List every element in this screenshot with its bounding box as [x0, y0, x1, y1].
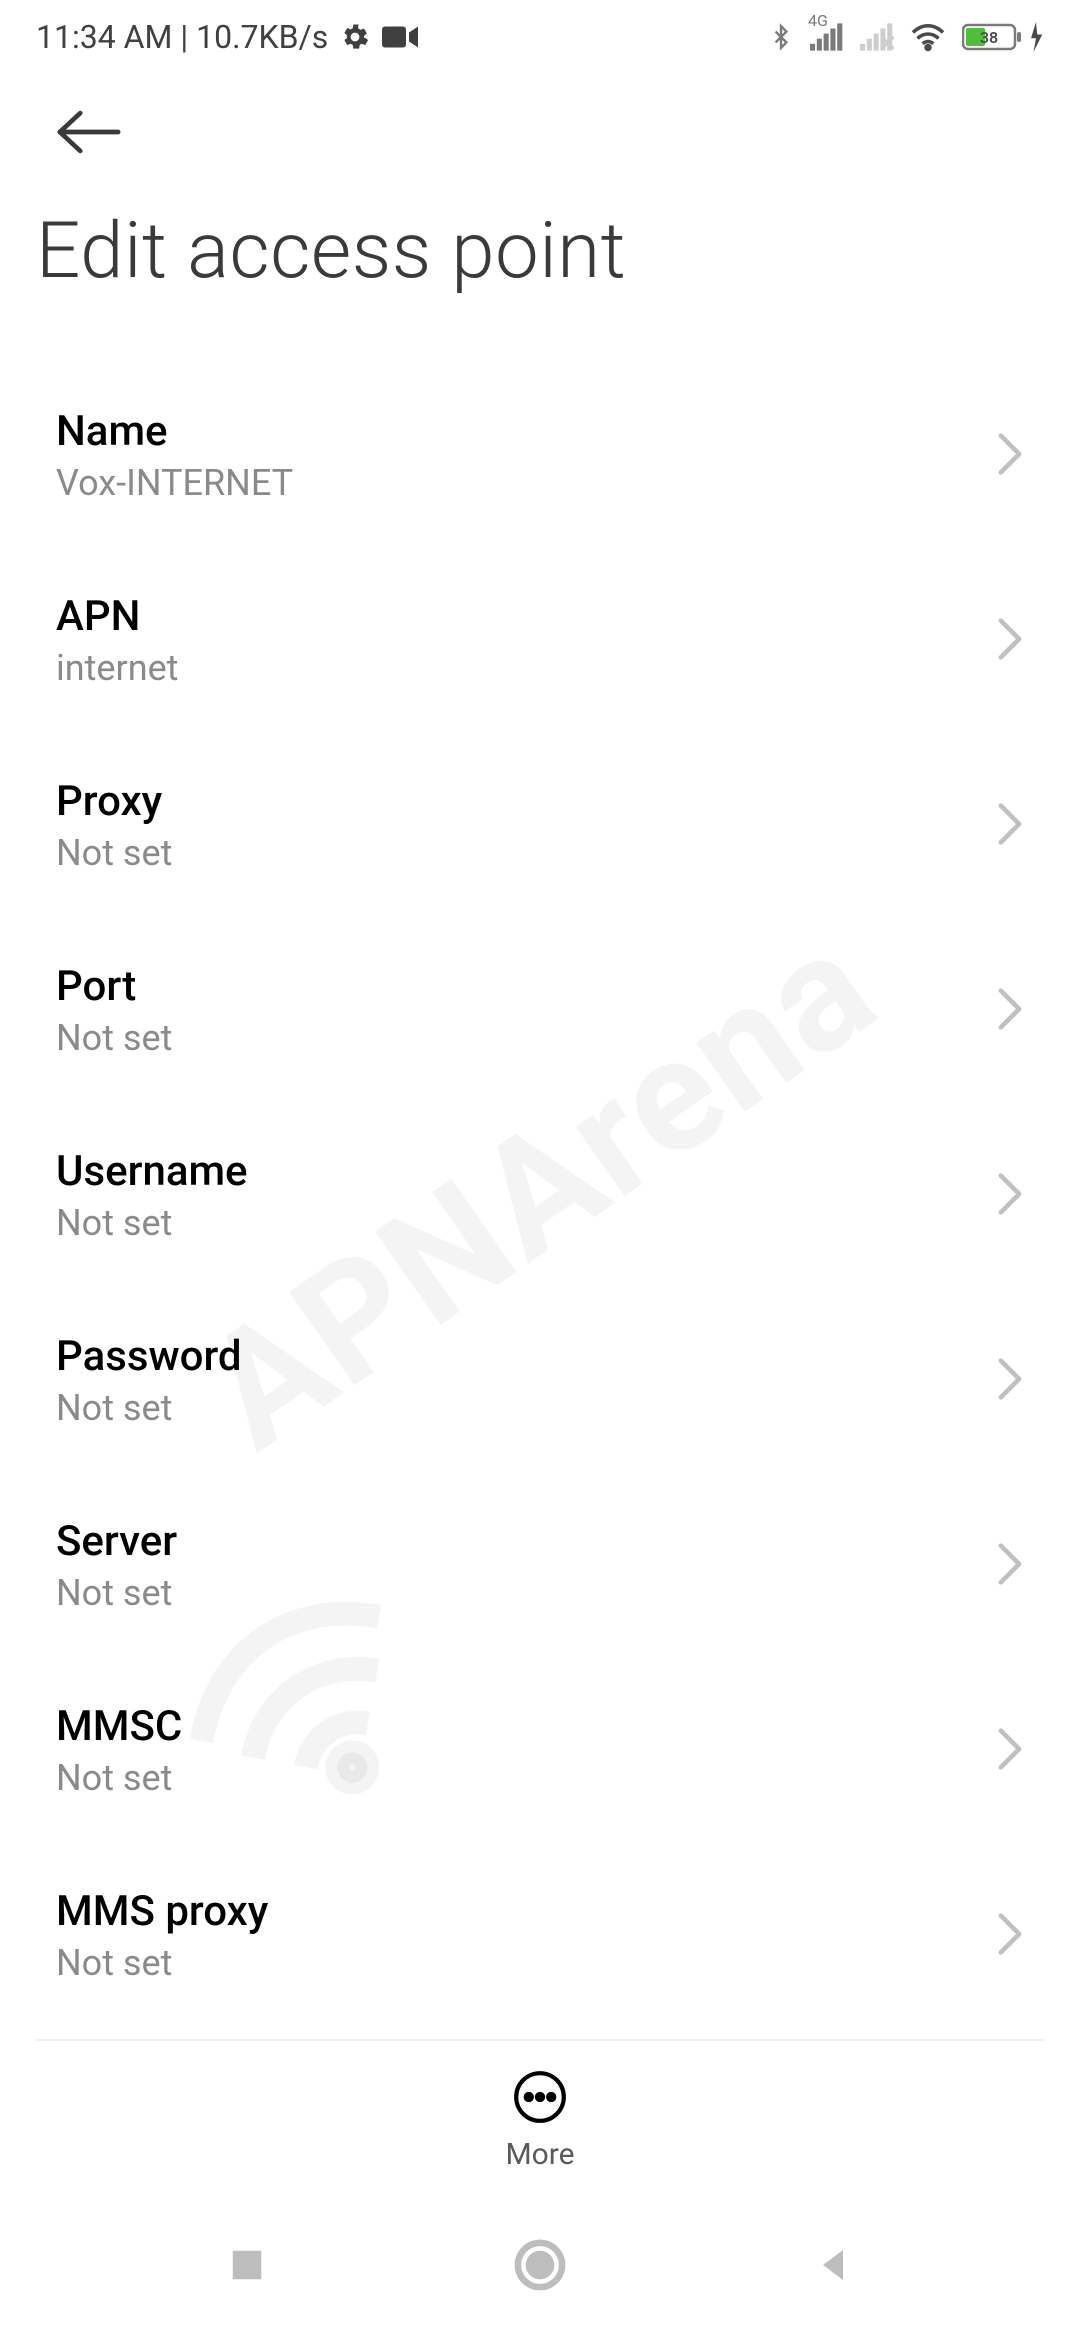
setting-port[interactable]: Port Not set [0, 918, 1080, 1103]
item-value: Not set [56, 1757, 182, 1799]
chevron-right-icon [996, 987, 1024, 1035]
back-arrow-icon[interactable] [54, 141, 124, 160]
bluetooth-icon [768, 19, 794, 55]
item-value: Not set [56, 832, 172, 874]
setting-server[interactable]: Server Not set [0, 1473, 1080, 1658]
setting-username[interactable]: Username Not set [0, 1103, 1080, 1288]
setting-mms-proxy[interactable]: MMS proxy Not set [0, 1843, 1080, 2028]
chevron-right-icon [996, 1542, 1024, 1590]
more-button[interactable]: More [36, 2039, 1044, 2172]
item-value: Not set [56, 1387, 242, 1429]
nav-back-button[interactable] [798, 2230, 868, 2300]
more-dots-icon [512, 2069, 568, 2129]
signal-sim1-icon: 4G [810, 23, 844, 51]
item-value: Not set [56, 1942, 268, 1984]
setting-proxy[interactable]: Proxy Not set [0, 733, 1080, 918]
chevron-right-icon [996, 1172, 1024, 1220]
status-bar-right: 4G 38 [768, 19, 1044, 55]
item-value: internet [56, 647, 178, 689]
status-time: 11:34 AM | 10.7KB/s [36, 18, 328, 56]
status-bar: 11:34 AM | 10.7KB/s 4G 38 [0, 0, 1080, 68]
item-label: Port [56, 962, 172, 1011]
item-value: Vox-INTERNET [56, 462, 293, 504]
item-label: MMS proxy [56, 1887, 268, 1936]
system-nav-bar [0, 2190, 1080, 2340]
battery-icon: 38 [962, 22, 1044, 52]
setting-mmsc[interactable]: MMSC Not set [0, 1658, 1080, 1843]
chevron-right-icon [996, 1912, 1024, 1960]
chevron-right-icon [996, 1727, 1024, 1775]
settings-list: Name Vox-INTERNET APN internet Proxy Not… [0, 323, 1080, 2028]
wifi-icon [910, 22, 946, 52]
status-bar-left: 11:34 AM | 10.7KB/s [36, 18, 418, 56]
item-value: Not set [56, 1017, 172, 1059]
nav-home-button[interactable] [505, 2230, 575, 2300]
item-label: Username [56, 1147, 248, 1196]
svg-text:38: 38 [980, 28, 998, 47]
setting-name[interactable]: Name Vox-INTERNET [0, 363, 1080, 548]
signal-sim2-icon [860, 23, 894, 51]
page-title: Edit access point [36, 196, 1044, 323]
item-label: APN [56, 592, 178, 641]
chevron-right-icon [996, 1357, 1024, 1405]
charging-bolt-icon [1028, 22, 1044, 52]
item-label: MMSC [56, 1702, 182, 1751]
item-label: Server [56, 1517, 177, 1566]
item-value: Not set [56, 1202, 248, 1244]
item-label: Name [56, 407, 293, 456]
chevron-right-icon [996, 432, 1024, 480]
setting-password[interactable]: Password Not set [0, 1288, 1080, 1473]
nav-recent-button[interactable] [212, 2230, 282, 2300]
item-label: Proxy [56, 777, 172, 826]
item-value: Not set [56, 1572, 177, 1614]
gear-icon [340, 22, 370, 52]
header: Edit access point [0, 68, 1080, 323]
setting-apn[interactable]: APN internet [0, 548, 1080, 733]
more-label: More [505, 2137, 574, 2172]
chevron-right-icon [996, 617, 1024, 665]
chevron-right-icon [996, 802, 1024, 850]
item-label: Password [56, 1332, 242, 1381]
video-camera-icon [382, 23, 418, 51]
